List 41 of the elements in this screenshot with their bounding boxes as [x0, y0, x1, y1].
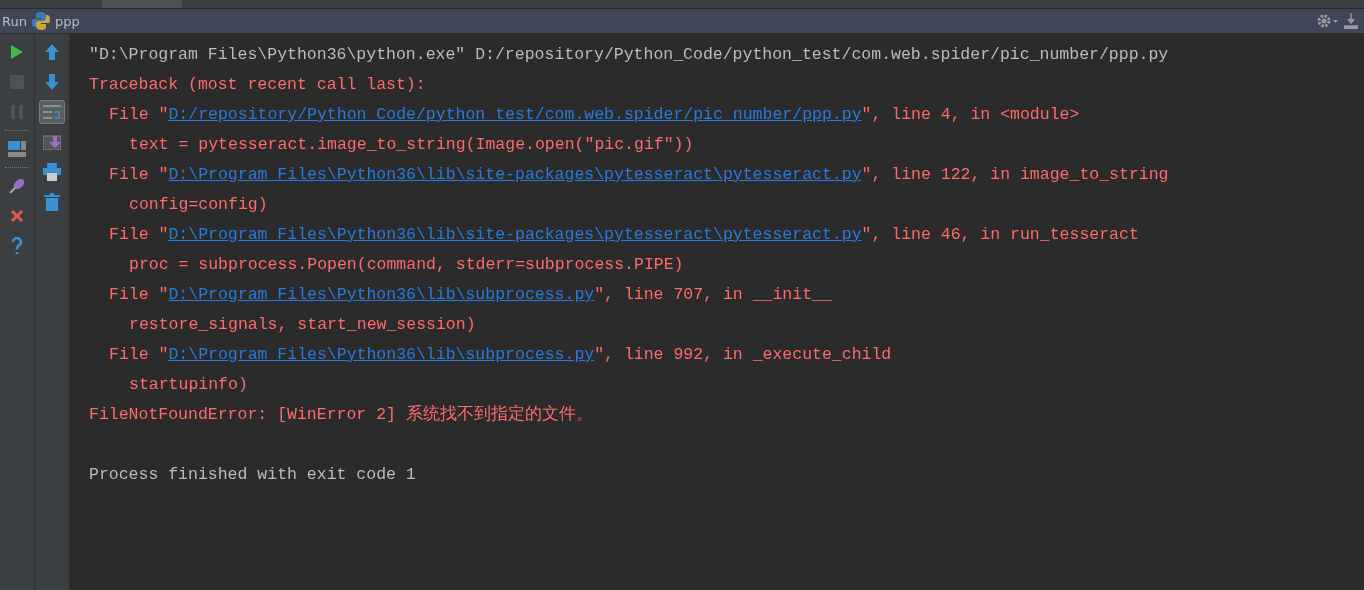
- run-config-name: ppp: [54, 13, 80, 29]
- traceback-text: File ": [109, 225, 169, 244]
- code-line: proc = subprocess.Popen(command, stderr=subprocess.PIPE): [129, 255, 684, 274]
- scroll-to-end-icon: [43, 134, 61, 150]
- file-link[interactable]: D:\Program Files\Python36\lib\site-packages\pytesseract\pytesseract.py: [168, 165, 862, 184]
- error-text: FileNotFoundError: [WinError 2] 系统找不到指定的文件。: [89, 405, 593, 424]
- traceback-text: ", line 122, in image_to_string: [861, 165, 1169, 184]
- printer-icon: [43, 163, 61, 181]
- download-icon[interactable]: [1344, 13, 1358, 29]
- code-line: restore_signals, start_new_session): [129, 315, 476, 334]
- traceback-text: ", line 46, in run_tesseract: [861, 225, 1139, 244]
- help-icon: [11, 237, 23, 255]
- python-logo-icon: [31, 12, 50, 30]
- traceback-text: ", line 4, in <module>: [861, 105, 1080, 124]
- traceback-text: File ": [109, 285, 169, 304]
- traceback-text: ", line 707, in __init__: [594, 285, 832, 304]
- code-line: config=config): [129, 195, 268, 214]
- console-text: Process finished with exit code 1: [89, 465, 416, 484]
- code-line: text = pytesseract.image_to_string(Image.open("pic.gif")): [129, 135, 694, 154]
- error-text: Traceback (most recent call last):: [89, 75, 426, 94]
- file-link[interactable]: D:\Program Files\Python36\lib\site-packages\pytesseract\pytesseract.py: [168, 225, 862, 244]
- file-link[interactable]: D:\Program Files\Python36\lib\subprocess.py: [168, 345, 595, 364]
- soft-wrap-icon: [43, 104, 61, 120]
- soft-wrap-toggle[interactable]: [39, 100, 65, 124]
- close-icon: [10, 209, 24, 223]
- traceback-text: File ": [109, 105, 169, 124]
- traceback-text: ", line 992, in _execute_child: [594, 345, 892, 364]
- console-text: "D:\Program Files\Python36\python.exe" D:/repository/Python_Code/python_test/com.web.spider/pic_number/ppp.py: [89, 45, 1169, 64]
- file-link[interactable]: D:\Program Files\Python36\lib\subprocess.py: [168, 285, 595, 304]
- traceback-text: File ": [109, 345, 169, 364]
- code-line: startupinfo): [129, 375, 248, 394]
- arrow-up-icon: [45, 44, 59, 60]
- arrow-down-icon: [45, 74, 59, 90]
- play-icon: [10, 44, 24, 60]
- traceback-text: File ": [109, 165, 169, 184]
- pin-icon: [8, 177, 26, 195]
- settings-icon[interactable]: [1317, 14, 1339, 28]
- layout-icon: [8, 141, 26, 157]
- file-link[interactable]: D:/repository/Python_Code/python_test/com.web.spider/pic_number/ppp.py: [168, 105, 862, 124]
- panel-title: Run: [2, 13, 27, 29]
- trash-icon: [44, 193, 60, 211]
